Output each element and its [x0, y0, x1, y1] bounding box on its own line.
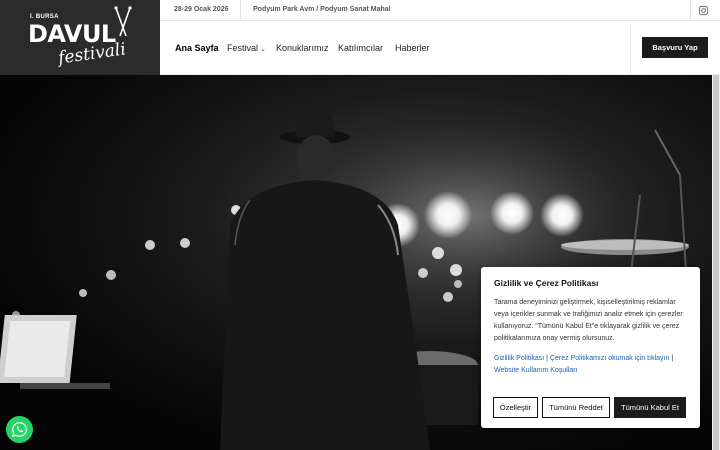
divider	[630, 21, 631, 75]
link-separator: |	[546, 355, 548, 362]
link-separator: |	[671, 355, 674, 362]
event-date: 28-29 Ocak 2026	[174, 6, 229, 13]
nav-item-participants[interactable]: Katılımcılar	[338, 43, 383, 53]
customize-button[interactable]: Özelleştir	[493, 397, 538, 418]
cookie-buttons: Özelleştir Tümünü Reddet Tümünü Kabul Et	[493, 397, 686, 418]
whatsapp-button[interactable]	[6, 416, 33, 443]
top-bar: 28-29 Ocak 2026 Podyum Park Avm / Podyum…	[160, 0, 720, 21]
nav-item-news[interactable]: Haberler	[395, 43, 430, 53]
main-nav: Ana Sayfa Festival ⌄ Konuklarımız Katılım…	[160, 21, 720, 75]
accept-all-button[interactable]: Tümünü Kabul Et	[614, 397, 686, 418]
terms-of-use-link[interactable]: Website Kullanım Koşulları	[494, 367, 578, 374]
apply-button[interactable]: Başvuru Yap	[642, 37, 708, 58]
scrollbar-thumb[interactable]	[713, 75, 719, 450]
privacy-policy-link[interactable]: Gizlilik Politikası	[494, 355, 544, 362]
chevron-down-icon: ⌄	[260, 46, 266, 53]
scrollbar[interactable]	[712, 75, 720, 450]
whatsapp-icon	[11, 422, 27, 438]
nav-item-guests[interactable]: Konuklarımız	[276, 43, 329, 53]
reject-all-button[interactable]: Tümünü Reddet	[542, 397, 610, 418]
cookie-links: Gizlilik Politikası | Çerez Politikamızı…	[494, 353, 687, 377]
event-venue: Podyum Park Avm / Podyum Sanat Mahal	[253, 6, 391, 13]
divider	[690, 0, 691, 21]
nav-item-home[interactable]: Ana Sayfa	[175, 43, 219, 53]
nav-item-festival[interactable]: Festival ⌄	[227, 43, 266, 53]
festival-logo[interactable]: I. BURSA DAVUL festivali	[0, 0, 160, 75]
divider	[240, 0, 241, 21]
cookie-text: Tarama deneyiminizi geliştirmek, kişisel…	[494, 299, 683, 342]
cookie-policy-link[interactable]: Çerez Politikamızı okumak için tıklayın	[550, 355, 669, 362]
cookie-title: Gizlilik ve Çerez Politikası	[494, 278, 599, 288]
nav-item-label: Festival	[227, 43, 259, 53]
instagram-icon[interactable]	[698, 5, 709, 16]
drumsticks-icon	[114, 6, 132, 37]
page: I. BURSA DAVUL festivali 28-29 Ocak 2026…	[0, 0, 720, 450]
cookie-consent-panel: Gizlilik ve Çerez Politikası Tarama dene…	[481, 267, 700, 428]
